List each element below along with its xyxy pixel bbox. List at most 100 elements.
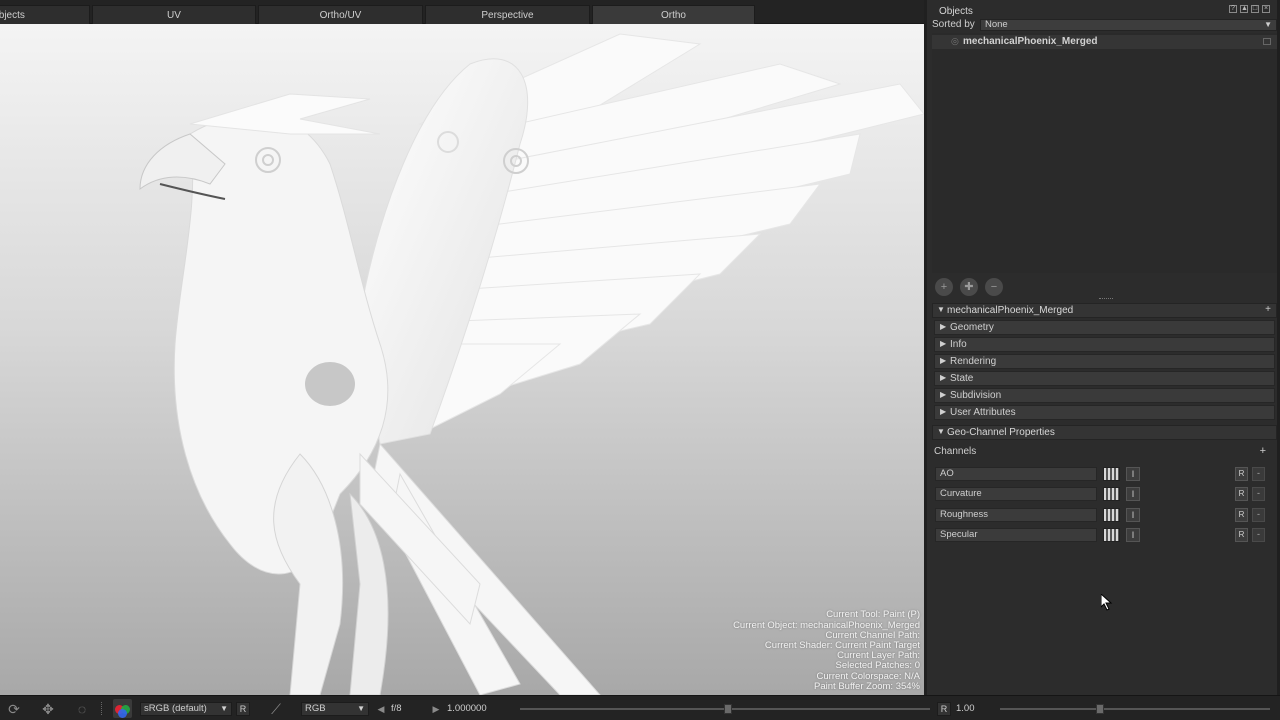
- geo-channel-title: Geo-Channel Properties: [947, 427, 1055, 438]
- remove-channel-button[interactable]: -: [1252, 508, 1265, 522]
- reset-button[interactable]: R: [1235, 508, 1248, 522]
- ruler-icon[interactable]: ⟋: [268, 701, 284, 717]
- tab-label: Objects: [0, 10, 25, 21]
- texture-thumbnail-icon[interactable]: [1103, 467, 1120, 481]
- expand-triangle-icon: ▶: [940, 390, 947, 399]
- remove-object-icon[interactable]: −: [985, 278, 1003, 296]
- add-object-icon[interactable]: +: [935, 278, 953, 296]
- channel-name-field[interactable]: Roughness: [935, 508, 1097, 522]
- section-info[interactable]: ▶ Info: [934, 337, 1275, 352]
- tab-label: Perspective: [481, 10, 534, 21]
- section-label: Subdivision: [950, 390, 1002, 401]
- object-list: ◎ mechanicalPhoenix_Merged: [932, 33, 1277, 273]
- panel-window-controls: ? ▲ □ ×: [1229, 5, 1270, 13]
- float-icon[interactable]: ▲: [1240, 5, 1248, 13]
- objects-panel-title: Objects: [939, 6, 973, 17]
- channel-row: Curvature I R -: [935, 487, 1270, 501]
- channels-label: Channels: [934, 446, 977, 457]
- exposure-slider[interactable]: [520, 704, 930, 714]
- channel-name-field[interactable]: Curvature: [935, 487, 1097, 501]
- colorspace-value: sRGB (default): [144, 703, 207, 714]
- section-user-attributes[interactable]: ▶ User Attributes: [934, 405, 1275, 420]
- section-geometry[interactable]: ▶ Geometry: [934, 320, 1275, 335]
- refresh-icon[interactable]: ⟳: [6, 701, 22, 717]
- color-wheel-icon[interactable]: [113, 699, 132, 718]
- section-rendering[interactable]: ▶ Rendering: [934, 354, 1275, 369]
- select-circle-icon[interactable]: ◌: [74, 701, 90, 717]
- sort-dropdown[interactable]: None ▼: [980, 19, 1277, 31]
- section-label: Geometry: [950, 322, 994, 333]
- channel-row: Specular I R -: [935, 528, 1270, 542]
- chevron-down-icon: ▼: [220, 704, 228, 713]
- import-button[interactable]: I: [1126, 528, 1140, 542]
- collapse-triangle-icon: ▼: [937, 305, 945, 314]
- add-channel-button[interactable]: +: [1260, 445, 1266, 457]
- decrease-fstop-icon[interactable]: ◀: [373, 701, 389, 717]
- tab-label: Ortho: [660, 10, 686, 21]
- channel-mode-value: RGB: [305, 703, 326, 714]
- add-geo-icon[interactable]: ✚: [960, 278, 978, 296]
- fstop-value: f/8: [391, 703, 402, 714]
- remove-channel-button[interactable]: -: [1252, 487, 1265, 501]
- close-icon[interactable]: ×: [1262, 5, 1270, 13]
- r-toggle-button[interactable]: R: [236, 702, 250, 716]
- maximize-icon[interactable]: □: [1251, 5, 1259, 13]
- exposure-value[interactable]: 1.000000: [447, 703, 487, 714]
- tab-label: Ortho/UV: [319, 10, 362, 21]
- colorspace-dropdown[interactable]: sRGB (default) ▼: [140, 702, 232, 716]
- 3d-viewport[interactable]: Current Tool: Paint (P) Current Object: …: [0, 24, 924, 695]
- expand-triangle-icon: ▶: [940, 356, 947, 365]
- phoenix-model: [139, 33, 924, 695]
- channel-mode-dropdown[interactable]: RGB ▼: [301, 702, 369, 716]
- add-property-button[interactable]: +: [1263, 305, 1273, 315]
- tab-perspective[interactable]: Perspective: [425, 5, 590, 24]
- tab-uv[interactable]: UV: [92, 5, 256, 24]
- chevron-down-icon: ▼: [1264, 20, 1272, 29]
- sort-value: None: [985, 19, 1008, 30]
- object-tools: + ✚ −: [935, 278, 1003, 296]
- sorted-by-label: Sorted by: [932, 19, 975, 30]
- texture-thumbnail-icon[interactable]: [1103, 528, 1120, 542]
- sort-row: Sorted by None ▼: [932, 19, 1277, 32]
- tab-label: UV: [167, 10, 181, 21]
- remove-channel-button[interactable]: -: [1252, 467, 1265, 481]
- section-label: Rendering: [950, 356, 997, 367]
- geo-channel-properties-header[interactable]: ▼ Geo-Channel Properties: [932, 425, 1277, 440]
- slider-knob[interactable]: [724, 704, 732, 714]
- section-label: User Attributes: [950, 407, 1016, 418]
- collapse-triangle-icon: ▼: [937, 427, 945, 436]
- section-state[interactable]: ▶ State: [934, 371, 1275, 386]
- reset-button[interactable]: R: [1235, 487, 1248, 501]
- visibility-eye-icon[interactable]: ◎: [951, 36, 959, 47]
- help-icon[interactable]: ?: [1229, 5, 1237, 13]
- import-button[interactable]: I: [1126, 508, 1140, 522]
- channel-name-field[interactable]: AO: [935, 467, 1097, 481]
- transform-icon[interactable]: ✥: [40, 701, 56, 717]
- tab-ortho[interactable]: Ortho: [592, 5, 755, 24]
- import-button[interactable]: I: [1126, 487, 1140, 501]
- reset-button[interactable]: R: [1235, 467, 1248, 481]
- texture-thumbnail-icon[interactable]: [1103, 508, 1120, 522]
- remove-channel-button[interactable]: -: [1252, 528, 1265, 542]
- gamma-slider[interactable]: [1000, 704, 1270, 714]
- object-properties-title: mechanicalPhoenix_Merged: [947, 305, 1074, 316]
- slider-knob[interactable]: [1096, 704, 1104, 714]
- object-row[interactable]: ◎ mechanicalPhoenix_Merged: [932, 35, 1277, 49]
- r-toggle-button-2[interactable]: R: [937, 702, 951, 716]
- panel-splitter[interactable]: [1099, 298, 1113, 300]
- chevron-down-icon: ▼: [357, 704, 365, 713]
- lock-icon[interactable]: [1263, 38, 1271, 45]
- object-properties-header[interactable]: ▼ mechanicalPhoenix_Merged +: [932, 303, 1277, 318]
- section-label: Info: [950, 339, 967, 350]
- toolbar-separator: [101, 702, 103, 715]
- texture-thumbnail-icon[interactable]: [1103, 487, 1120, 501]
- tab-ortho-uv[interactable]: Ortho/UV: [258, 5, 423, 24]
- section-subdivision[interactable]: ▶ Subdivision: [934, 388, 1275, 403]
- tab-objects[interactable]: Objects: [0, 5, 90, 24]
- reset-button[interactable]: R: [1235, 528, 1248, 542]
- import-button[interactable]: I: [1126, 467, 1140, 481]
- expand-triangle-icon: ▶: [940, 373, 947, 382]
- gamma-value[interactable]: 1.00: [956, 703, 975, 714]
- increase-fstop-icon[interactable]: ▶: [428, 701, 444, 717]
- channel-name-field[interactable]: Specular: [935, 528, 1097, 542]
